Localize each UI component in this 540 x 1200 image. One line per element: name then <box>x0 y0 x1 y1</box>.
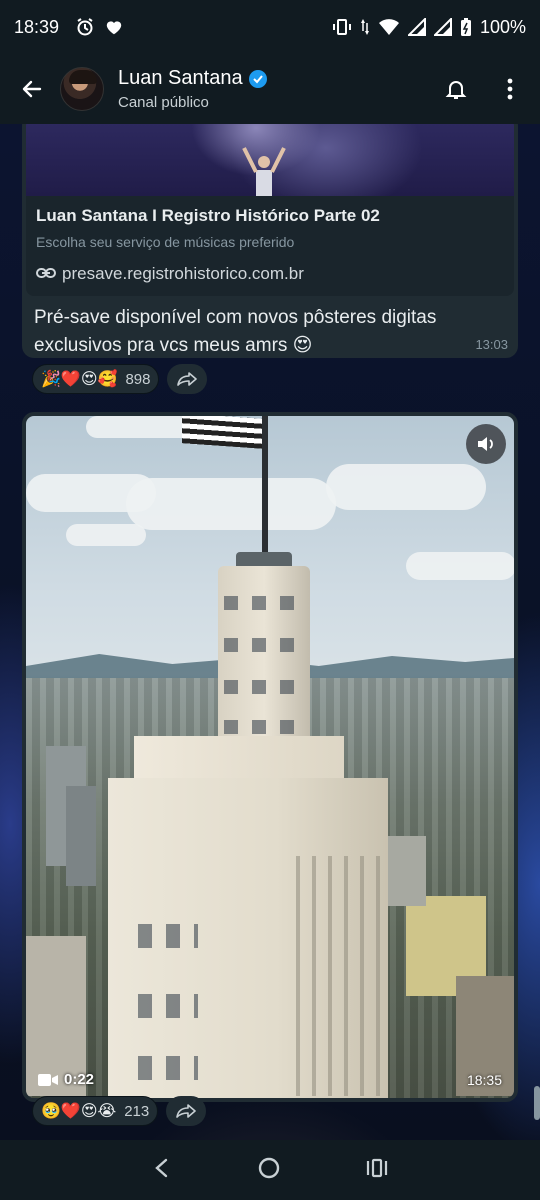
avatar[interactable] <box>60 67 104 111</box>
wifi-icon <box>378 18 400 36</box>
forward-button[interactable] <box>166 1096 207 1126</box>
reaction-emojis: 🥹❤️😍😭 <box>41 1103 117 1120</box>
chat-area[interactable]: Luan Santana I Registro Histórico Parte … <box>0 124 540 1140</box>
nav-recents-icon[interactable] <box>366 1157 388 1184</box>
data-arrows-icon <box>360 17 370 37</box>
message-reactions: 🥹❤️😍😭 213 <box>32 1096 207 1126</box>
vibrate-icon <box>332 17 352 37</box>
video-duration: 0:22 <box>38 1071 94 1088</box>
message-timestamp: 13:03 <box>475 337 508 352</box>
performer-figure-icon <box>242 147 286 196</box>
nav-home-icon[interactable] <box>257 1156 281 1185</box>
message-timestamp: 18:35 <box>466 1072 502 1088</box>
scrollbar[interactable] <box>534 1086 540 1120</box>
reaction-count: 898 <box>125 370 151 388</box>
verified-badge-icon <box>248 69 267 88</box>
speaker-button[interactable] <box>466 424 506 464</box>
channel-title-block[interactable]: Luan Santana Canal público <box>118 67 267 111</box>
reaction-emojis: 🎉❤️😍🥰 <box>41 371 118 388</box>
link-title: Luan Santana I Registro Histórico Parte … <box>36 206 380 225</box>
status-time: 18:39 <box>14 16 60 37</box>
link-icon <box>36 264 56 284</box>
back-arrow-icon[interactable] <box>12 69 52 109</box>
system-nav-bar <box>0 1140 540 1200</box>
link-url[interactable]: presave.registrohistorico.com.br <box>62 264 304 284</box>
bell-icon[interactable] <box>438 71 474 107</box>
reaction-pill[interactable]: 🥹❤️😍😭 213 <box>32 1096 159 1126</box>
video-message-bubble[interactable]: 0:22 18:35 <box>22 412 518 1102</box>
status-bar: 18:39 100% <box>0 0 540 54</box>
link-message-bubble[interactable]: Luan Santana I Registro Histórico Parte … <box>22 124 518 358</box>
heart-icon <box>105 18 123 36</box>
more-options-icon[interactable] <box>492 71 528 107</box>
forward-button[interactable] <box>167 364 208 394</box>
channel-header: Luan Santana Canal público <box>0 54 540 124</box>
link-description: Escolha seu serviço de músicas preferido <box>36 234 295 250</box>
signal-icon <box>433 18 452 36</box>
alarm-icon <box>75 17 95 37</box>
speaker-icon <box>478 437 493 451</box>
message-text: Pré-save disponível com novos pôsteres d… <box>34 307 437 356</box>
link-preview-image[interactable] <box>26 124 514 196</box>
battery-icon <box>460 17 472 37</box>
video-duration-text: 0:22 <box>64 1071 95 1088</box>
forward-icon <box>177 372 198 386</box>
reaction-count: 213 <box>124 1102 150 1120</box>
video-camera-icon <box>38 1073 58 1086</box>
forward-icon <box>176 1104 197 1118</box>
channel-name: Luan Santana <box>118 67 243 89</box>
signal-icon <box>407 18 426 36</box>
link-preview-card[interactable]: Luan Santana I Registro Histórico Parte … <box>26 196 514 296</box>
message-reactions: 🎉❤️😍🥰 898 <box>32 364 208 394</box>
battery-percentage: 100% <box>479 16 526 37</box>
nav-back-icon[interactable] <box>152 1157 172 1184</box>
video-player[interactable]: 0:22 18:35 <box>26 416 514 1098</box>
channel-subtitle: Canal público <box>118 94 209 111</box>
reaction-pill[interactable]: 🎉❤️😍🥰 898 <box>32 364 160 394</box>
